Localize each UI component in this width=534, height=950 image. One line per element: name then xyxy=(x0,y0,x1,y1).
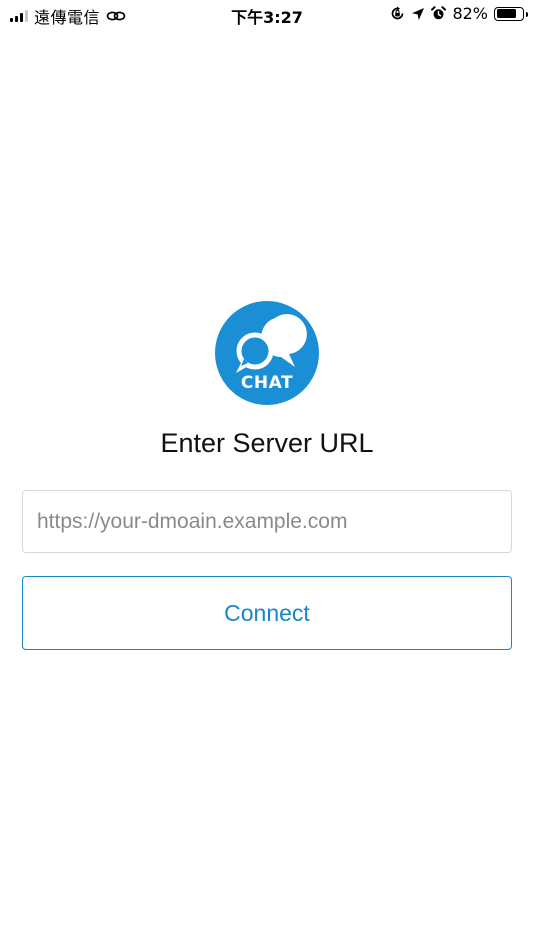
connect-button[interactable]: Connect xyxy=(22,576,512,650)
alarm-icon xyxy=(431,6,447,20)
page-title: Enter Server URL xyxy=(160,428,374,458)
status-bar-left: 遠傳電信 xyxy=(10,4,126,28)
carrier-name: 遠傳電信 xyxy=(34,8,101,27)
signal-icon xyxy=(10,10,28,22)
server-url-input[interactable] xyxy=(22,490,512,553)
rotation-lock-icon xyxy=(392,6,404,20)
status-bar: 遠傳電信 下午3:27 82% xyxy=(0,0,534,30)
logo-text: CHAT xyxy=(240,373,294,393)
status-bar-right: 82% xyxy=(390,4,528,23)
location-arrow-icon xyxy=(412,7,425,20)
link-icon xyxy=(106,11,126,21)
battery-icon xyxy=(494,6,528,21)
battery-cap xyxy=(526,11,528,17)
battery-percent: 82% xyxy=(452,4,488,23)
chat-logo: CHAT xyxy=(215,301,319,405)
battery-fill xyxy=(496,9,517,18)
